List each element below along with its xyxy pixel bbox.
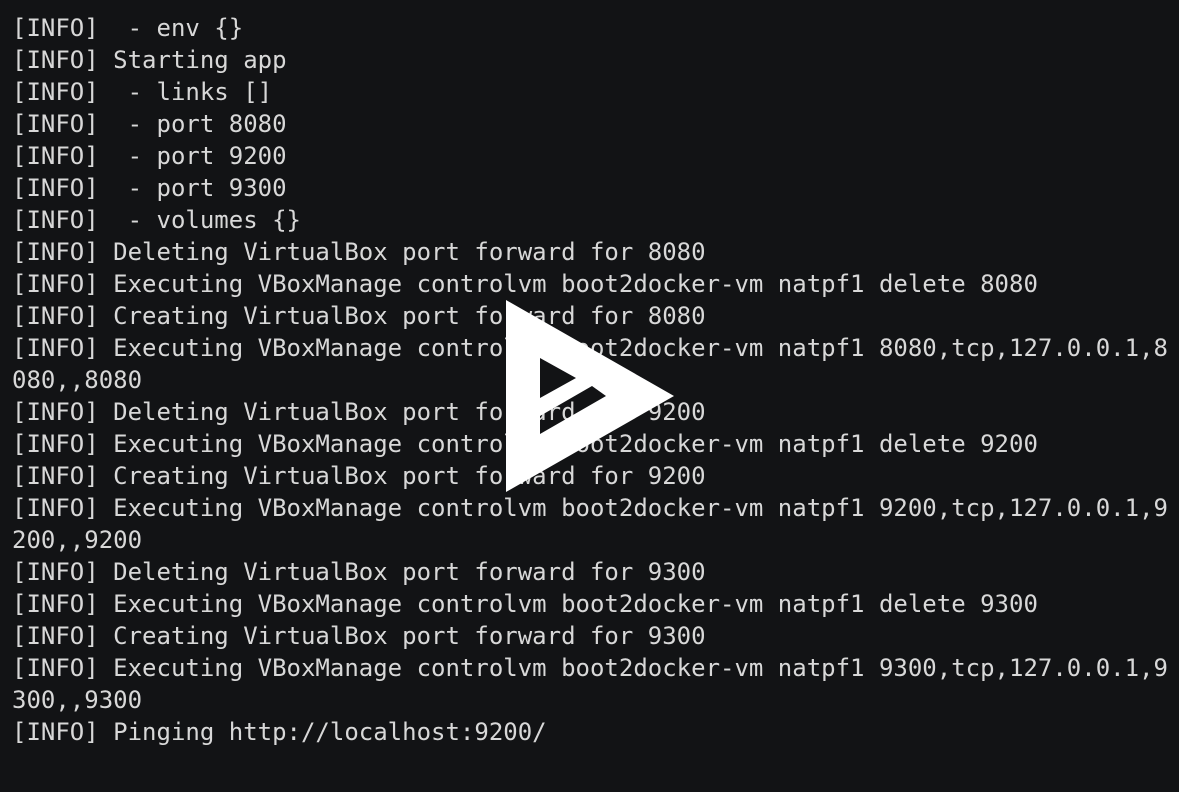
- terminal-line: 200,,9200: [12, 526, 143, 554]
- terminal-line: [INFO] - port 9300: [12, 174, 287, 202]
- terminal-line: [INFO] - links []: [12, 78, 273, 106]
- terminal-line: [INFO] Executing VBoxManage controlvm bo…: [12, 590, 1038, 618]
- terminal-line: [INFO] - port 8080: [12, 110, 287, 138]
- terminal-line: [INFO] - port 9200: [12, 142, 287, 170]
- terminal-line: [INFO] Deleting VirtualBox port forward …: [12, 558, 706, 586]
- terminal-line: [INFO] Pinging http://localhost:9200/: [12, 718, 547, 746]
- play-button[interactable]: [506, 300, 674, 492]
- terminal-line: [INFO] Starting app: [12, 46, 287, 74]
- terminal-line: [INFO] Executing VBoxManage controlvm bo…: [12, 270, 1038, 298]
- terminal-line: [INFO] - env {}: [12, 14, 244, 42]
- terminal-line: [INFO] Executing VBoxManage controlvm bo…: [12, 494, 1168, 522]
- terminal-line: [INFO] Executing VBoxManage controlvm bo…: [12, 654, 1168, 682]
- terminal-line: 300,,9300: [12, 686, 143, 714]
- terminal-line: [INFO] Creating VirtualBox port forward …: [12, 622, 706, 650]
- play-icon: [506, 300, 674, 492]
- terminal-line: [INFO] Deleting VirtualBox port forward …: [12, 238, 706, 266]
- terminal-line: [INFO] - volumes {}: [12, 206, 301, 234]
